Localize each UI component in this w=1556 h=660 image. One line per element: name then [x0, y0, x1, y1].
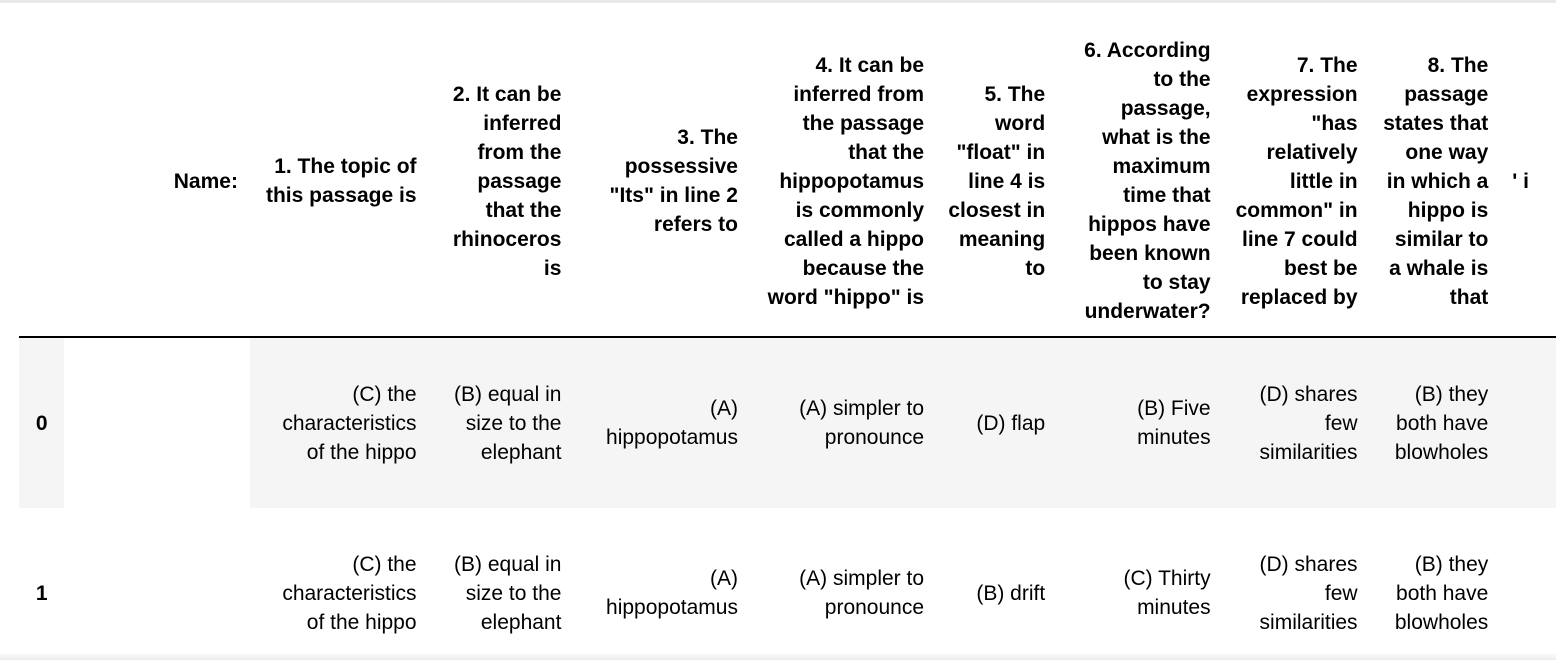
table-cell: (B) they both have blowholes	[1369, 337, 1501, 508]
dataframe-output: Name: 1. The topic of this passage is 2.…	[0, 0, 1556, 660]
table-cell	[1500, 337, 1556, 508]
table-cell: (B) they both have blowholes	[1369, 508, 1501, 660]
table-cell: (B) Five minutes	[1057, 337, 1223, 508]
table-cell: (D) flap	[936, 337, 1058, 508]
table-row: 1 (C) the characteristics of the hippo (…	[19, 508, 1556, 660]
column-header-q4: 4. It can be inferred from the passage t…	[749, 26, 937, 338]
table-row: 0 (C) the characteristics of the hippo (…	[19, 337, 1556, 508]
column-header-q1: 1. The topic of this passage is	[249, 26, 429, 338]
column-header-q6: 6. According to the passage, what is the…	[1057, 26, 1223, 338]
table-cell: (D) shares few similarities	[1222, 337, 1370, 508]
index-header	[19, 26, 65, 338]
name-cell	[64, 337, 250, 508]
name-cell	[64, 508, 250, 660]
column-header-name: Name:	[64, 26, 250, 338]
column-header-q3: 3. The possessive "Its" in line 2 refers…	[573, 26, 750, 338]
column-header-q9-partial: ' i	[1500, 26, 1556, 338]
table-cell: (A) simpler to pronounce	[749, 508, 937, 660]
scroll-shadow	[0, 652, 1556, 660]
data-table: Name: 1. The topic of this passage is 2.…	[19, 26, 1556, 660]
column-header-q5: 5. The word "float" in line 4 is closest…	[936, 26, 1058, 338]
cell-top-border	[0, 0, 1556, 3]
table-cell: (B) equal in size to the elephant	[428, 337, 574, 508]
column-header-q2: 2. It can be inferred from the passage t…	[428, 26, 574, 338]
row-index: 0	[19, 337, 65, 508]
table-cell: (C) the characteristics of the hippo	[249, 337, 429, 508]
table-cell	[1500, 508, 1556, 660]
column-header-q8: 8. The passage states that one way in wh…	[1369, 26, 1501, 338]
table-cell: (A) simpler to pronounce	[749, 337, 937, 508]
table-cell: (D) shares few similarities	[1222, 508, 1370, 660]
table-cell: (A) hippopotamus	[573, 337, 750, 508]
table-cell: (C) Thirty minutes	[1057, 508, 1223, 660]
header-row: Name: 1. The topic of this passage is 2.…	[19, 26, 1556, 338]
column-header-q7: 7. The expression "has relatively little…	[1222, 26, 1370, 338]
table-cell: (B) equal in size to the elephant	[428, 508, 574, 660]
row-index: 1	[19, 508, 65, 660]
table-cell: (B) drift	[936, 508, 1058, 660]
table-cell: (C) the characteristics of the hippo	[249, 508, 429, 660]
table-cell: (A) hippopotamus	[573, 508, 750, 660]
